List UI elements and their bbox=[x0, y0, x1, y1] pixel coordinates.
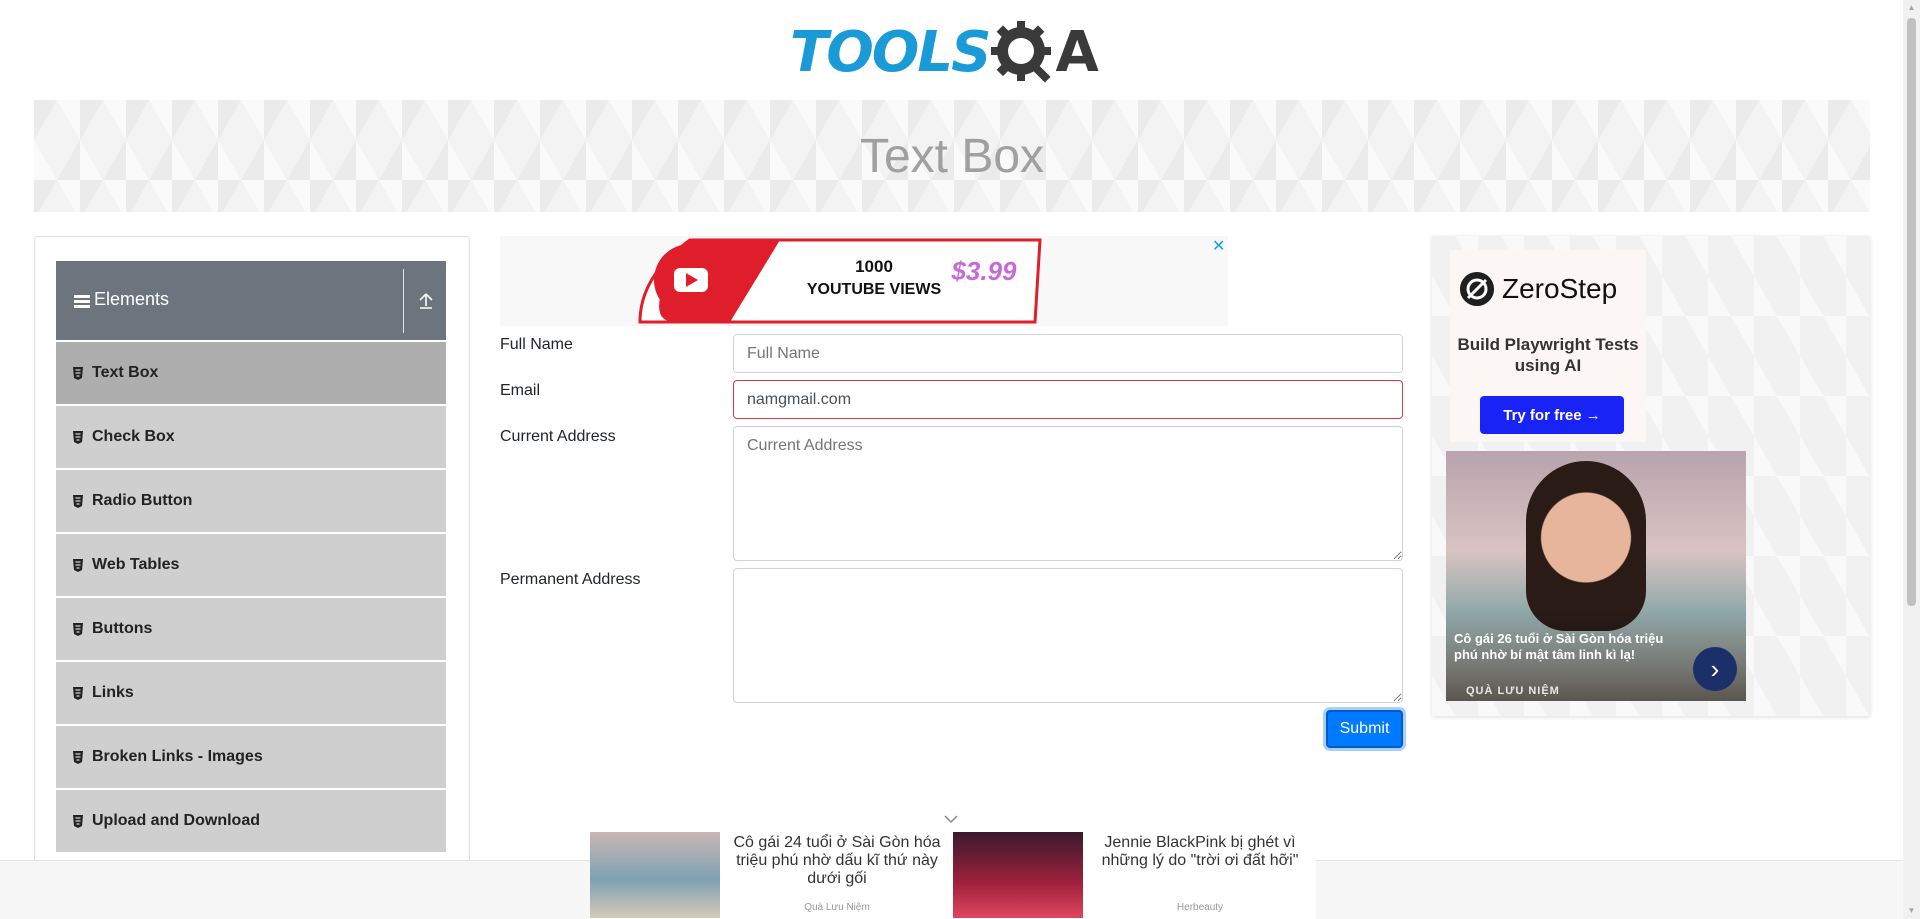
html5-badge-icon bbox=[73, 494, 83, 508]
zerostep-brand: ZeroStep bbox=[1502, 273, 1618, 304]
sidebar-item-label: Broken Links - Images bbox=[92, 748, 263, 765]
scrollbar-thumb[interactable] bbox=[1907, 18, 1916, 606]
permanent-address-textarea[interactable] bbox=[733, 568, 1403, 703]
zerostep-tagline: Build Playwright Tests using AI bbox=[1457, 335, 1639, 375]
ad-views-number: 1000 bbox=[855, 257, 893, 276]
chevron-right-icon[interactable]: › bbox=[1693, 647, 1737, 691]
html5-badge-icon bbox=[73, 366, 83, 380]
ad-photo bbox=[1526, 461, 1646, 631]
right-ad-panel: ZeroStep Build Playwright Tests using AI… bbox=[1432, 236, 1870, 716]
sticky-ad-item[interactable]: Jennie BlackPink bị ghét vì những lý do … bbox=[953, 830, 1316, 919]
zerostep-ad[interactable]: ZeroStep Build Playwright Tests using AI… bbox=[1450, 250, 1646, 442]
current-address-textarea[interactable] bbox=[733, 426, 1403, 561]
page-title: Text Box bbox=[859, 129, 1045, 183]
sidebar-item-upload-and-download[interactable]: Upload and Download bbox=[56, 790, 446, 853]
sticky-ad: Cô gái 24 tuổi ở Sài Gòn hóa triệu phú n… bbox=[590, 830, 1316, 919]
sticky-ad-thumbnail bbox=[953, 832, 1083, 918]
full-name-input[interactable] bbox=[733, 334, 1403, 373]
email-input[interactable] bbox=[733, 380, 1403, 419]
html5-badge-icon bbox=[73, 622, 83, 636]
submit-button[interactable]: Submit bbox=[1326, 710, 1403, 748]
html5-badge-icon bbox=[73, 814, 83, 828]
logo-text-a: A bbox=[1055, 19, 1099, 85]
sticky-ad-item[interactable]: Cô gái 24 tuổi ở Sài Gòn hóa triệu phú n… bbox=[590, 830, 953, 919]
sidebar-item-label: Text Box bbox=[92, 364, 159, 381]
full-name-label: Full Name bbox=[500, 336, 573, 353]
hamburger-icon bbox=[74, 295, 90, 309]
html5-badge-icon bbox=[73, 430, 83, 444]
sidebar-item-label: Upload and Download bbox=[92, 812, 260, 829]
zerostep-logo: ZeroStep bbox=[1460, 272, 1617, 306]
sidebar-item-buttons[interactable]: Buttons bbox=[56, 598, 446, 661]
chevron-down-icon[interactable] bbox=[943, 812, 959, 826]
html5-badge-icon bbox=[73, 750, 83, 764]
html5-badge-icon bbox=[73, 686, 83, 700]
sticky-ad-title: Cô gái 24 tuổi ở Sài Gòn hóa triệu phú n… bbox=[733, 834, 941, 887]
photo-ad-source: QUÀ LƯU NIỆM bbox=[1466, 685, 1560, 697]
sticky-ad-title: Jennie BlackPink bị ghét vì những lý do … bbox=[1101, 834, 1299, 869]
zerostep-logo-icon bbox=[1460, 272, 1494, 306]
gear-magnifier-icon bbox=[991, 21, 1052, 83]
sidebar-item-check-box[interactable]: Check Box bbox=[56, 406, 446, 469]
sidebar-item-label: Links bbox=[92, 684, 134, 701]
elements-group-header[interactable]: Elements bbox=[56, 261, 446, 341]
elements-menu: Text Box Check Box Radio Button Web Tabl… bbox=[56, 342, 446, 854]
youtube-views-ad[interactable]: 1000 YOUTUBE VIEWS $3.99 bbox=[500, 236, 1228, 326]
logo-text-tools: TOOLS bbox=[790, 19, 991, 85]
sidebar-item-text-box[interactable]: Text Box bbox=[56, 342, 446, 405]
ad-close-icon[interactable]: ✕ bbox=[1212, 236, 1225, 256]
try-for-free-button[interactable]: Try for free → bbox=[1480, 396, 1624, 434]
sticky-ad-thumbnail bbox=[590, 832, 720, 918]
group-divider bbox=[403, 269, 404, 333]
ad-price: $3.99 bbox=[950, 256, 1017, 286]
elements-group-label: Elements bbox=[94, 289, 170, 309]
scroll-down-icon[interactable]: ▼ bbox=[1907, 907, 1916, 915]
sidebar-item-web-tables[interactable]: Web Tables bbox=[56, 534, 446, 597]
youtube-views-ad-graphic: 1000 YOUTUBE VIEWS $3.99 bbox=[638, 238, 1042, 324]
toolsqa-logo[interactable]: TOOLS A bbox=[790, 14, 1099, 90]
sticky-ad-source: Herbeauty bbox=[1176, 902, 1224, 913]
page-banner: Text Box bbox=[34, 100, 1870, 212]
sidebar: Elements Text Box Check Box Radio Button… bbox=[34, 236, 470, 919]
sidebar-item-broken-links-images[interactable]: Broken Links - Images bbox=[56, 726, 446, 789]
email-label: Email bbox=[500, 382, 541, 399]
sidebar-item-label: Radio Button bbox=[92, 492, 193, 509]
collapse-up-icon[interactable] bbox=[416, 291, 436, 311]
html5-badge-icon bbox=[73, 558, 83, 572]
permanent-address-label: Permanent Address bbox=[500, 571, 641, 588]
sidebar-item-links[interactable]: Links bbox=[56, 662, 446, 725]
current-address-label: Current Address bbox=[500, 428, 616, 445]
photo-ad-headline: Cô gái 26 tuổi ở Sài Gòn hóa triệu phú n… bbox=[1454, 631, 1664, 662]
scroll-up-icon[interactable]: ▲ bbox=[1907, 4, 1916, 12]
ad-views-label: YOUTUBE VIEWS bbox=[807, 281, 942, 298]
page-scrollbar[interactable]: ▲ ▼ bbox=[1903, 0, 1920, 919]
page: TOOLS A Text Box Elements Text Box Check… bbox=[0, 0, 1920, 919]
photo-ad[interactable]: Cô gái 26 tuổi ở Sài Gòn hóa triệu phú n… bbox=[1446, 451, 1746, 701]
sticky-ad-source: Quà Lưu Niệm bbox=[804, 902, 870, 913]
sidebar-item-label: Check Box bbox=[92, 428, 175, 445]
sidebar-item-radio-button[interactable]: Radio Button bbox=[56, 470, 446, 533]
sidebar-item-label: Buttons bbox=[92, 620, 153, 637]
sidebar-item-label: Web Tables bbox=[92, 556, 180, 573]
